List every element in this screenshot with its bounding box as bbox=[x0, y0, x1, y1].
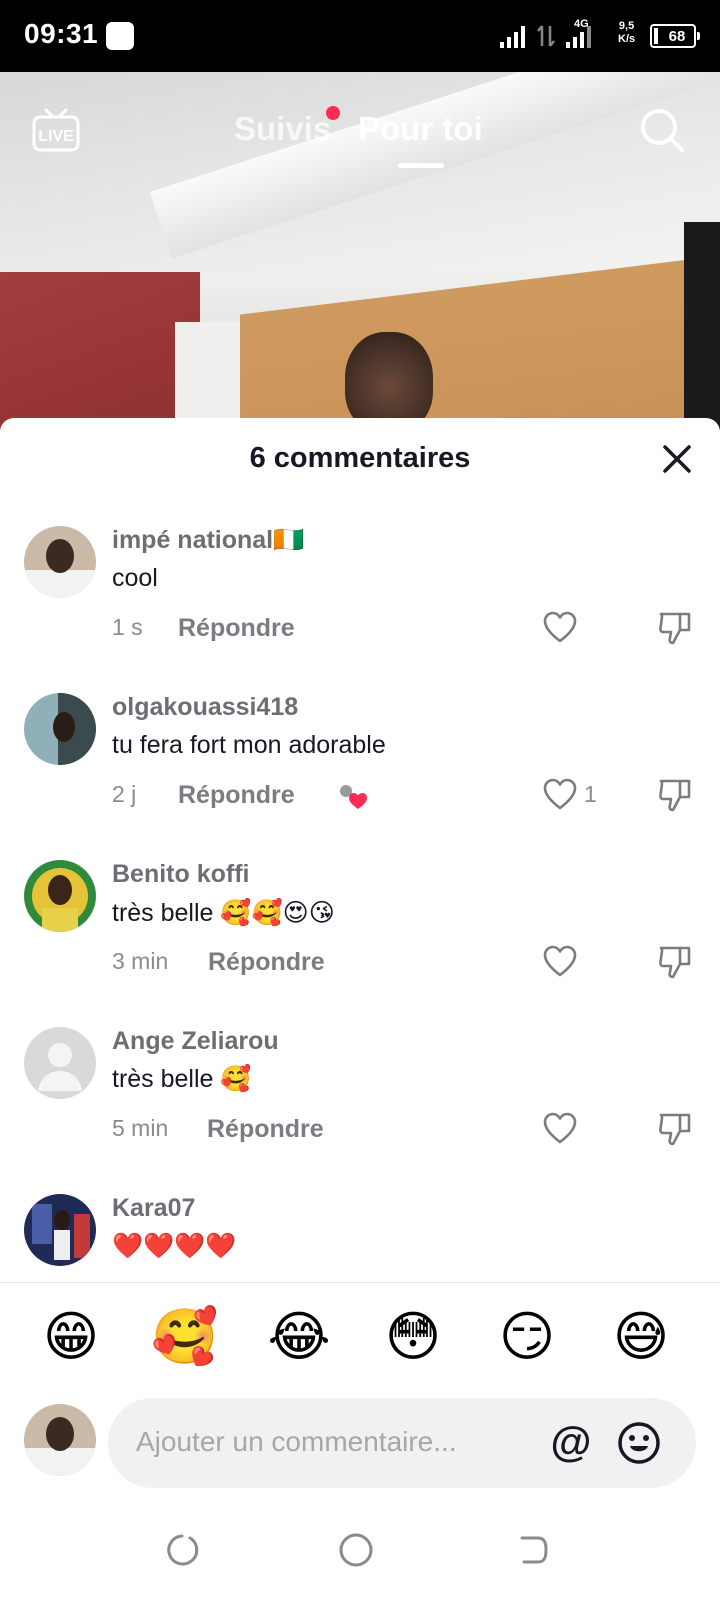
comment-input-placeholder: Ajouter un commentaire... bbox=[136, 1426, 457, 1457]
creator-liked-icon bbox=[338, 783, 372, 813]
notification-icon bbox=[106, 22, 134, 50]
heart-icon[interactable] bbox=[542, 777, 578, 813]
quick-emoji-love[interactable]: 🥰 bbox=[150, 1302, 220, 1372]
home-icon[interactable] bbox=[336, 1530, 376, 1570]
dislike-icon[interactable] bbox=[658, 1111, 692, 1147]
avatar[interactable] bbox=[24, 1194, 96, 1266]
comment-time: 5 min bbox=[112, 1115, 169, 1141]
comment-username[interactable]: Kara07 bbox=[112, 1194, 195, 1223]
speed-value: 9,5 bbox=[618, 20, 635, 32]
comment-time: 2 j bbox=[112, 781, 137, 807]
emoji-picker-icon[interactable] bbox=[616, 1420, 662, 1466]
reply-button[interactable]: Répondre bbox=[207, 1115, 324, 1144]
comment-username[interactable]: Benito koffi bbox=[112, 860, 250, 889]
reply-button[interactable]: Répondre bbox=[178, 781, 295, 810]
signal-icon bbox=[500, 26, 525, 48]
comment-composer: Ajouter un commentaire... @ bbox=[0, 1398, 720, 1490]
close-icon[interactable] bbox=[660, 442, 694, 476]
comment-item: olgakouassi418 tu fera fort mon adorable… bbox=[0, 693, 720, 853]
network-speed: 9,5 K/s bbox=[618, 20, 635, 46]
comment-text: tu fera fort mon adorable bbox=[112, 731, 386, 759]
battery-level: 68 bbox=[668, 27, 686, 45]
mention-icon[interactable]: @ bbox=[548, 1420, 594, 1466]
quick-emoji-bar: 😁 🥰 😂 😳 😏 😅 bbox=[0, 1302, 720, 1372]
following-notification-dot bbox=[326, 106, 340, 120]
comment-username[interactable]: Ange Zeliarou bbox=[112, 1027, 279, 1056]
dislike-icon[interactable] bbox=[658, 777, 692, 813]
data-transfer-icon bbox=[537, 25, 555, 47]
my-avatar bbox=[24, 1404, 96, 1476]
comment-item: impé national🇨🇮 cool 1 s Répondre bbox=[0, 526, 720, 686]
comment-item: Ange Zeliarou très belle 🥰 5 min Répondr… bbox=[0, 1027, 720, 1187]
quick-emoji-sweat-smile[interactable]: 😅 bbox=[606, 1302, 676, 1372]
dislike-icon[interactable] bbox=[658, 944, 692, 980]
comment-text: ❤️❤️❤️❤️ bbox=[112, 1232, 237, 1260]
avatar[interactable] bbox=[24, 693, 96, 765]
reply-button[interactable]: Répondre bbox=[208, 948, 325, 977]
tab-for-you[interactable]: Pour toi bbox=[358, 110, 483, 148]
top-navigation: LIVE Suivis Pour toi bbox=[0, 100, 720, 170]
search-icon[interactable] bbox=[638, 106, 686, 154]
comment-time: 1 s bbox=[112, 614, 143, 640]
reply-button[interactable]: Répondre bbox=[178, 614, 295, 643]
video-person bbox=[345, 332, 433, 432]
heart-icon[interactable] bbox=[542, 1111, 578, 1147]
comment-text: cool bbox=[112, 564, 158, 592]
speed-unit: K/s bbox=[618, 33, 636, 45]
video-shadow bbox=[684, 222, 720, 432]
battery-icon: 68 bbox=[650, 24, 700, 48]
status-time: 09:31 bbox=[24, 18, 99, 49]
comment-item: Kara07 ❤️❤️❤️❤️ bbox=[0, 1194, 720, 1280]
back-icon[interactable] bbox=[512, 1530, 552, 1570]
comment-username[interactable]: impé national🇨🇮 bbox=[112, 526, 304, 555]
quick-emoji-flushed[interactable]: 😳 bbox=[378, 1302, 448, 1372]
system-nav-bar bbox=[0, 1510, 720, 1600]
like-count: 1 bbox=[584, 781, 597, 807]
live-label: LIVE bbox=[38, 128, 74, 145]
composer-divider bbox=[0, 1282, 720, 1283]
quick-emoji-joy[interactable]: 😂 bbox=[264, 1302, 334, 1372]
heart-icon[interactable] bbox=[542, 944, 578, 980]
comment-text: très belle 🥰🥰😍😘 bbox=[112, 899, 335, 927]
dislike-icon[interactable] bbox=[658, 610, 692, 646]
video-blind bbox=[240, 259, 690, 432]
tab-following[interactable]: Suivis bbox=[234, 110, 331, 148]
recent-apps-icon[interactable] bbox=[160, 1530, 200, 1570]
active-tab-indicator bbox=[398, 163, 444, 168]
quick-emoji-smirk[interactable]: 😏 bbox=[492, 1302, 562, 1372]
status-bar: 09:31 4G 9,5 K/s 68 bbox=[0, 0, 720, 72]
comment-time: 3 min bbox=[112, 948, 169, 974]
comments-title: 6 commentaires bbox=[249, 442, 471, 474]
comment-item: Benito koffi très belle 🥰🥰😍😘 3 min Répon… bbox=[0, 860, 720, 1020]
avatar[interactable] bbox=[24, 1027, 96, 1099]
avatar[interactable] bbox=[24, 860, 96, 932]
comment-text: très belle 🥰 bbox=[112, 1065, 252, 1093]
comment-input[interactable]: Ajouter un commentaire... @ bbox=[108, 1398, 696, 1488]
avatar[interactable] bbox=[24, 526, 96, 598]
signal-icon-2 bbox=[566, 26, 591, 48]
heart-icon[interactable] bbox=[542, 610, 578, 646]
live-icon[interactable]: LIVE bbox=[32, 108, 80, 152]
comment-username[interactable]: olgakouassi418 bbox=[112, 693, 298, 722]
video-wall bbox=[0, 272, 200, 432]
quick-emoji-grin[interactable]: 😁 bbox=[36, 1302, 106, 1372]
